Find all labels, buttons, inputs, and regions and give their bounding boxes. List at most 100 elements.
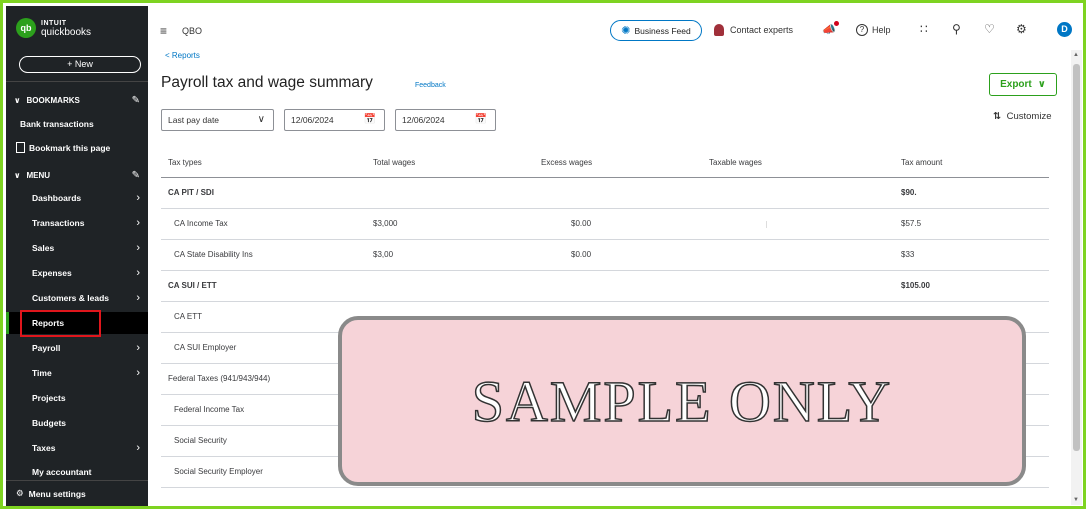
customize-button[interactable]: ⇅ Customize xyxy=(993,111,1051,122)
table-header-row: Tax types Total wages Excess wages Taxab… xyxy=(161,148,1049,178)
sidebar-divider xyxy=(6,81,148,82)
sidebar-item-sales[interactable]: Sales › xyxy=(6,237,148,259)
table-row[interactable]: CA State Disability Ins $3,00 $0.00 $33 xyxy=(161,240,1049,271)
chevron-right-icon: › xyxy=(136,242,140,254)
table-row[interactable]: CA Income Tax $3,000 $0.00 $57.5 xyxy=(161,209,1049,240)
table-row[interactable]: CA SUI / ETT $105.00 xyxy=(161,271,1049,302)
sample-only-watermark: SAMPLE ONLY xyxy=(338,316,1026,486)
cell-tax-type: CA SUI / ETT xyxy=(168,281,217,290)
reports-highlight-box xyxy=(20,310,101,337)
sidebar-item-transactions[interactable]: Transactions › xyxy=(6,212,148,234)
sidebar-item-label: Budgets xyxy=(32,418,66,428)
menu-settings-button[interactable]: ⚙ Menu settings xyxy=(16,488,86,499)
cell-tax-type: Federal Income Tax xyxy=(174,405,245,414)
period-value: Last pay date xyxy=(168,115,220,125)
export-button[interactable]: Export ∨ xyxy=(989,73,1057,96)
cell-tax-amount: $33 xyxy=(901,250,915,259)
calendar-icon[interactable]: 📅 xyxy=(364,110,376,130)
sidebar-item-payroll[interactable]: Payroll › xyxy=(6,337,148,359)
vertical-scrollbar[interactable]: ▲ ▼ xyxy=(1071,50,1082,505)
sidebar-item-taxes[interactable]: Taxes › xyxy=(6,437,148,459)
menu-header[interactable]: ∨ MENU ✎ xyxy=(14,170,140,181)
sidebar-item-projects[interactable]: Projects xyxy=(6,387,148,409)
top-bar: ≡ QBO ✺ Business Feed Contact experts 📣 … xyxy=(148,6,1080,50)
pencil-icon[interactable]: ✎ xyxy=(132,95,140,106)
bookmarks-header[interactable]: ∨ BOOKMARKS ✎ xyxy=(14,95,140,106)
chevron-right-icon: › xyxy=(136,367,140,379)
company-name: QBO xyxy=(182,26,203,36)
contact-experts-button[interactable]: Contact experts xyxy=(714,24,793,36)
sidebar-item-label: My accountant xyxy=(32,467,92,477)
header-excess-wages[interactable]: Excess wages xyxy=(541,148,592,178)
chevron-down-icon: ∨ xyxy=(1037,79,1046,90)
cell-tax-amount: $105.00 xyxy=(901,281,930,290)
apps-grid-icon[interactable]: ∷ xyxy=(920,22,928,36)
sidebar-item-budgets[interactable]: Budgets xyxy=(6,412,148,434)
chevron-right-icon: › xyxy=(136,217,140,229)
sidebar-item-expenses[interactable]: Expenses › xyxy=(6,262,148,284)
pencil-icon[interactable]: ✎ xyxy=(132,170,140,181)
cell-total-wages: $3,00 xyxy=(373,250,394,259)
cell-tax-type: Social Security xyxy=(174,436,227,445)
chevron-down-icon: ∨ xyxy=(257,114,265,125)
new-button[interactable]: + New xyxy=(19,56,141,73)
sidebar-item-time[interactable]: Time › xyxy=(6,362,148,384)
sidebar-item-label: Sales xyxy=(32,243,55,253)
scroll-down-arrow-icon[interactable]: ▼ xyxy=(1073,497,1079,503)
watermark-text: SAMPLE ONLY xyxy=(471,368,893,435)
hamburger-menu-icon[interactable]: ≡ xyxy=(160,24,167,38)
qb-logo-icon: qb xyxy=(16,18,36,38)
bookmarks-label: BOOKMARKS xyxy=(26,96,80,105)
table-row[interactable]: CA PIT / SDI $90. xyxy=(161,178,1049,209)
cell-tax-type: CA Income Tax xyxy=(174,219,228,228)
end-date-field[interactable]: 12/06/2024 📅 xyxy=(395,109,496,131)
logo-text: INTUIT quickbooks xyxy=(41,19,91,38)
customize-label: Customize xyxy=(1006,111,1052,122)
help-button[interactable]: ? Help xyxy=(856,24,891,36)
start-date-field[interactable]: 12/06/2024 📅 xyxy=(284,109,385,131)
sidebar-item-label: Payroll xyxy=(32,343,61,353)
period-select[interactable]: Last pay date ∨ xyxy=(161,109,274,131)
sidebar-item-label: Customers & leads xyxy=(32,293,109,303)
chevron-down-icon: ∨ xyxy=(14,96,21,105)
megaphone-icon[interactable]: 📣 xyxy=(822,21,839,36)
expert-person-icon xyxy=(714,24,724,36)
header-total-wages[interactable]: Total wages xyxy=(373,148,415,178)
sidebar-item-label: Expenses xyxy=(32,268,72,278)
menu-label: MENU xyxy=(26,171,51,180)
sidebar-item-customers-leads[interactable]: Customers & leads › xyxy=(6,287,148,309)
cell-total-wages: $3,000 xyxy=(373,219,398,228)
avatar[interactable]: D xyxy=(1057,22,1072,37)
feedback-link[interactable]: Feedback xyxy=(415,82,446,89)
sidebar-item-label: Transactions xyxy=(32,218,85,228)
bookmark-this-page[interactable]: Bookmark this page xyxy=(16,142,110,153)
sidebar-item-bank-transactions[interactable]: Bank transactions xyxy=(6,113,148,135)
scroll-thumb[interactable] xyxy=(1073,64,1080,451)
settings-gear-icon[interactable]: ⚙ xyxy=(1016,22,1027,36)
menu-settings-label: Menu settings xyxy=(28,488,86,499)
bell-icon[interactable]: ♡ xyxy=(984,22,995,36)
sidebar-item-label: Taxes xyxy=(32,443,56,453)
chevron-right-icon: › xyxy=(136,292,140,304)
cell-excess-wages: $0.00 xyxy=(571,219,592,228)
cell-tax-type: CA ETT xyxy=(174,312,203,321)
header-tax-types[interactable]: Tax types xyxy=(168,148,202,178)
header-taxable-wages[interactable]: Taxable wages xyxy=(709,148,762,178)
sliders-icon: ⇅ xyxy=(993,111,1001,122)
breadcrumb[interactable]: < Reports xyxy=(165,51,200,60)
search-icon[interactable]: ⚲ xyxy=(952,22,961,36)
sparkle-icon: ✺ xyxy=(621,25,631,37)
business-feed-button[interactable]: ✺ Business Feed xyxy=(610,20,702,41)
calendar-icon[interactable]: 📅 xyxy=(475,110,487,130)
cell-tax-type: CA State Disability Ins xyxy=(174,250,253,259)
contact-experts-label: Contact experts xyxy=(730,25,794,35)
business-feed-label: Business Feed xyxy=(634,25,691,36)
help-label: Help xyxy=(872,25,891,35)
gear-icon: ⚙ xyxy=(16,488,24,498)
help-icon: ? xyxy=(856,24,868,36)
header-tax-amount[interactable]: Tax amount xyxy=(901,148,942,178)
scroll-up-arrow-icon[interactable]: ▲ xyxy=(1073,52,1079,58)
sidebar-item-dashboards[interactable]: Dashboards › xyxy=(6,187,148,209)
cell-tax-amount: $90. xyxy=(901,188,917,197)
quickbooks-logo[interactable]: qb INTUIT quickbooks xyxy=(16,18,91,38)
